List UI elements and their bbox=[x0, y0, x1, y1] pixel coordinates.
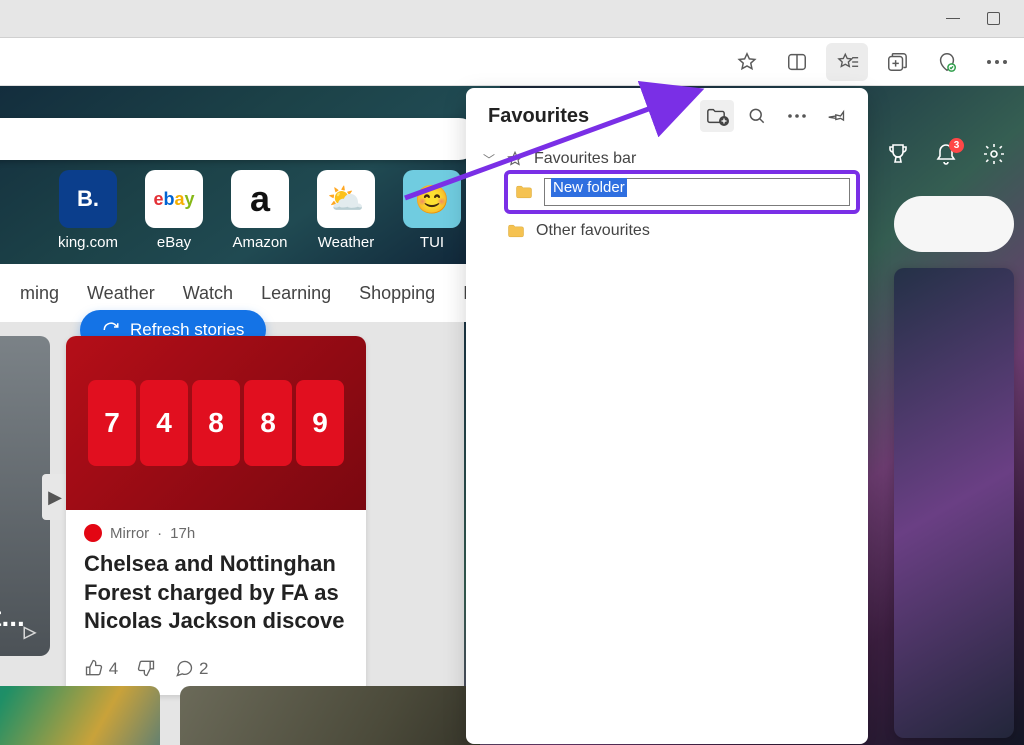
favourites-bar-folder[interactable]: ﹀ Favourites bar bbox=[478, 144, 856, 174]
carousel-next-button[interactable]: ▶ bbox=[42, 474, 68, 520]
settings-icon[interactable] bbox=[982, 142, 1006, 166]
notifications-icon[interactable]: 3 bbox=[934, 142, 958, 166]
favourite-star-button[interactable] bbox=[726, 43, 768, 81]
performance-button[interactable] bbox=[926, 43, 968, 81]
jersey-icon: 9 bbox=[296, 380, 344, 466]
folder-name-input[interactable]: New folder bbox=[544, 178, 850, 206]
window-titlebar bbox=[0, 0, 1024, 38]
page-header-actions: 3 bbox=[886, 142, 1006, 166]
comments-button[interactable]: 2 bbox=[174, 658, 208, 679]
comments-count: 2 bbox=[199, 659, 208, 678]
new-tab-page: B. king.com ebay eBay Amazon ⛅ Weather bbox=[0, 86, 500, 695]
feed-thumb-row bbox=[0, 686, 480, 745]
news-thumbnail: 7 4 8 8 9 bbox=[66, 336, 366, 510]
new-folder-row[interactable]: New folder bbox=[508, 174, 856, 210]
source-logo-icon bbox=[84, 524, 102, 542]
tile-tui-icon: 😊 bbox=[403, 170, 461, 228]
star-outline-icon bbox=[506, 150, 524, 168]
news-age: 17h bbox=[170, 525, 195, 542]
feed-tab[interactable]: ming bbox=[20, 283, 59, 304]
ntp-hero: B. king.com ebay eBay Amazon ⛅ Weather bbox=[0, 86, 500, 264]
search-favourites-button[interactable] bbox=[740, 100, 774, 132]
tile-label: Weather bbox=[312, 234, 380, 251]
news-card[interactable]: 7 4 8 8 9 Mirror · 17h Chelsea and Notti… bbox=[66, 336, 366, 695]
tile-label: eBay bbox=[140, 234, 208, 251]
jersey-icon: 8 bbox=[192, 380, 240, 466]
tile-label: Amazon bbox=[226, 234, 294, 251]
news-dot: · bbox=[157, 525, 162, 542]
ad-choices-icon[interactable]: ▷ bbox=[24, 622, 36, 642]
sidebar-preview-card bbox=[894, 268, 1014, 738]
favourites-tree: ﹀ Favourites bar New folder ﹀ bbox=[466, 142, 868, 248]
content-area: 3 B. king.com ebay eBay bbox=[0, 86, 1024, 745]
tile-amazon-icon bbox=[231, 170, 289, 228]
quick-link-tile[interactable]: ⛅ Weather bbox=[312, 170, 380, 251]
rewards-icon[interactable] bbox=[886, 142, 910, 166]
tile-label: king.com bbox=[54, 234, 122, 251]
quick-link-tile[interactable]: Amazon bbox=[226, 170, 294, 251]
folder-name-selected-text: New folder bbox=[551, 178, 627, 197]
chevron-down-icon: ﹀ bbox=[482, 151, 496, 168]
feed-tab[interactable]: Watch bbox=[183, 283, 233, 304]
jersey-icon: 8 bbox=[244, 380, 292, 466]
folder-icon bbox=[514, 183, 534, 201]
pin-favourites-button[interactable] bbox=[820, 100, 854, 132]
tile-ebay-icon: ebay bbox=[145, 170, 203, 228]
search-box[interactable] bbox=[0, 118, 480, 160]
ad-line: e Mfi Certified] bbox=[0, 533, 32, 600]
quick-link-tile[interactable]: 😊 TUI bbox=[398, 170, 466, 251]
feed-tab[interactable]: Shopping bbox=[359, 283, 435, 304]
other-favourites-folder[interactable]: ﹀ Other favourites bbox=[478, 216, 856, 246]
folder-label: Other favourites bbox=[536, 222, 650, 240]
news-card[interactable] bbox=[180, 686, 480, 745]
browser-toolbar bbox=[0, 38, 1024, 86]
favourites-panel-header: Favourites bbox=[466, 88, 868, 142]
quick-link-tile[interactable]: ebay eBay bbox=[140, 170, 208, 251]
news-card[interactable] bbox=[0, 686, 160, 745]
jersey-icon: 7 bbox=[88, 380, 136, 466]
news-headline: Chelsea and Nottinghan Forest charged by… bbox=[84, 550, 348, 636]
feed-tab[interactable]: Learning bbox=[261, 283, 331, 304]
notification-badge: 3 bbox=[949, 138, 964, 153]
tile-label: TUI bbox=[398, 234, 466, 251]
quick-link-tile[interactable]: B. king.com bbox=[54, 170, 122, 251]
jersey-icon: 4 bbox=[140, 380, 188, 466]
collections-button[interactable] bbox=[876, 43, 918, 81]
favourites-panel: Favourites bbox=[466, 88, 868, 744]
feed-cards-row: Refresh stories e Mfi Certified] 2.4A Fa… bbox=[0, 322, 500, 695]
feed-tab[interactable]: Weather bbox=[87, 283, 155, 304]
news-source: Mirror bbox=[110, 525, 149, 542]
like-count: 4 bbox=[109, 659, 118, 678]
quick-links-row: B. king.com ebay eBay Amazon ⛅ Weather bbox=[0, 170, 466, 251]
like-button[interactable]: 4 bbox=[84, 658, 118, 679]
tile-booking-icon: B. bbox=[59, 170, 117, 228]
dislike-button[interactable] bbox=[136, 658, 156, 679]
more-menu-button[interactable] bbox=[976, 43, 1018, 81]
tile-weather-icon: ⛅ bbox=[317, 170, 375, 228]
window-maximize-button[interactable] bbox=[986, 12, 1000, 26]
folder-label: Favourites bar bbox=[534, 150, 636, 168]
favourites-title: Favourites bbox=[488, 105, 694, 128]
favourites-hub-button[interactable] bbox=[826, 43, 868, 81]
folder-icon bbox=[506, 222, 526, 240]
split-screen-button[interactable] bbox=[776, 43, 818, 81]
sidebar-collapsed-pill[interactable] bbox=[894, 196, 1014, 252]
add-folder-button[interactable] bbox=[700, 100, 734, 132]
window-minimize-button[interactable] bbox=[946, 12, 960, 26]
favourites-more-button[interactable] bbox=[780, 100, 814, 132]
